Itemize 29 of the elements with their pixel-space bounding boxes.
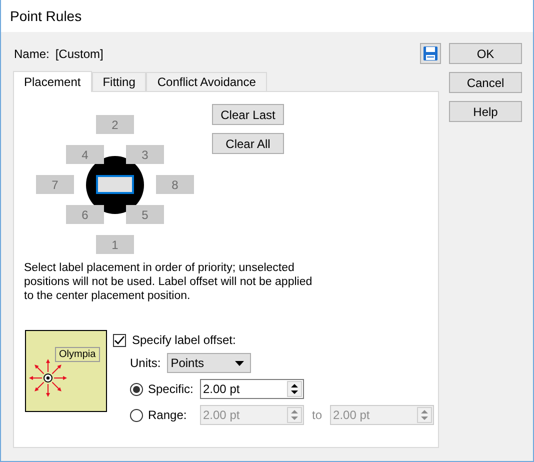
radio-label: Specific: bbox=[148, 382, 194, 396]
placement-description: Select label placement in order of priority; unselected positions will not be used. Label offset will not be applied to the center placement position. bbox=[24, 261, 314, 303]
checkbox-label: Specify label offset: bbox=[132, 333, 236, 347]
tab[interactable]: Conflict Avoidance bbox=[146, 72, 267, 91]
spin-arrows-icon[interactable] bbox=[287, 381, 302, 397]
units-dropdown[interactable]: Points bbox=[166, 353, 251, 373]
tab[interactable]: Fitting bbox=[92, 72, 146, 91]
name-value: [Custom] bbox=[55, 46, 104, 60]
radio-button[interactable] bbox=[130, 382, 143, 396]
dialog-button[interactable]: Cancel bbox=[449, 72, 522, 93]
offset-field[interactable]: 2.00 pt bbox=[200, 379, 304, 399]
clear-button[interactable]: Clear Last bbox=[212, 104, 284, 125]
dialog-button[interactable]: Help bbox=[449, 101, 522, 122]
name-label: Name: bbox=[14, 46, 50, 60]
checkbox[interactable] bbox=[113, 334, 126, 346]
preview-label: Olympia bbox=[55, 347, 100, 362]
dialog-button[interactable]: OK bbox=[449, 43, 522, 64]
dropdown-arrow-icon bbox=[234, 360, 244, 366]
save-button[interactable] bbox=[420, 43, 441, 64]
save-icon bbox=[423, 46, 438, 61]
radio-button[interactable] bbox=[130, 408, 143, 422]
window-title: Point Rules bbox=[1, 0, 533, 32]
tab[interactable]: Placement bbox=[13, 71, 92, 92]
radio-label: Range: bbox=[148, 408, 188, 422]
center-position-button[interactable] bbox=[96, 175, 134, 194]
units-label: Units: bbox=[130, 356, 161, 370]
range-separator: to bbox=[312, 408, 322, 422]
offset-arrows-drawing bbox=[29, 359, 67, 397]
clear-button[interactable]: Clear All bbox=[212, 133, 284, 154]
